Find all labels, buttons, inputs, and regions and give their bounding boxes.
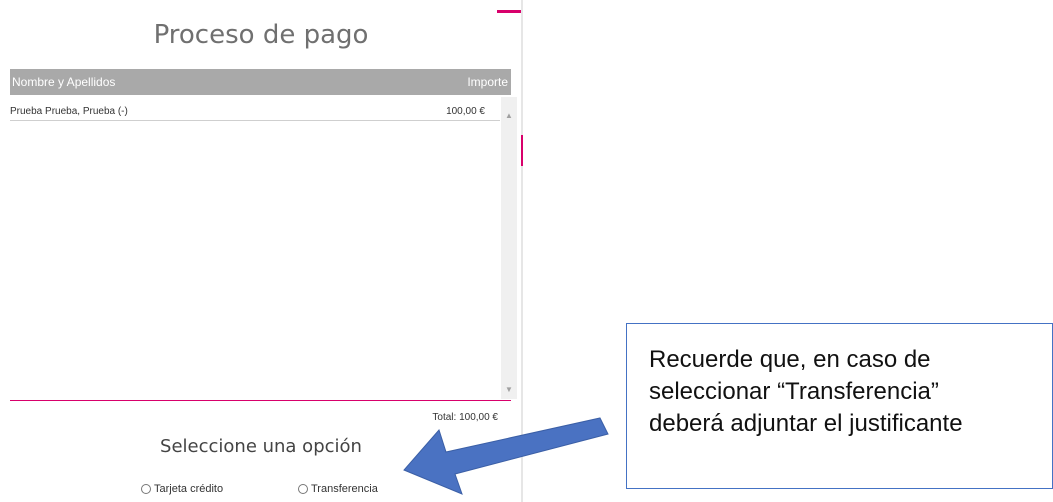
scroll-up-icon[interactable]: ▲ <box>501 109 517 123</box>
radio-label-transfer: Transferencia <box>311 483 378 495</box>
accent-tick <box>521 150 523 166</box>
callout-text: Recuerde que, en caso de seleccionar “Tr… <box>649 346 963 437</box>
callout-box: Recuerde que, en caso de seleccionar “Tr… <box>626 323 1053 489</box>
table-scrollbar[interactable]: ▲ ▼ <box>501 97 517 399</box>
panel-border <box>521 0 523 502</box>
radio-option-transfer[interactable]: Transferencia <box>298 483 378 495</box>
page-title: Proceso de pago <box>153 20 369 50</box>
radio-label-card: Tarjeta crédito <box>154 483 224 495</box>
payment-panel: Proceso de pago Nombre y Apellidos Impor… <box>0 0 523 502</box>
scroll-down-icon[interactable]: ▼ <box>501 383 517 397</box>
column-header-name: Nombre y Apellidos <box>12 75 116 89</box>
radio-option-card[interactable]: Tarjeta crédito <box>141 483 223 495</box>
table-row[interactable]: Prueba Prueba, Prueba (-) 100,00 € <box>10 105 500 121</box>
row-name: Prueba Prueba, Prueba (-) <box>10 106 128 117</box>
accent-tick <box>521 135 523 151</box>
total-amount: Total: 100,00 € <box>432 412 498 423</box>
column-header-amount: Importe <box>467 75 508 89</box>
radio-circle-icon[interactable] <box>298 484 308 494</box>
radio-circle-icon[interactable] <box>141 484 151 494</box>
total-divider <box>10 400 511 401</box>
row-amount: 100,00 € <box>446 106 485 117</box>
table-header: Nombre y Apellidos Importe <box>10 69 511 95</box>
table-body: Prueba Prueba, Prueba (-) 100,00 € ▲ ▼ <box>10 97 517 399</box>
accent-bar <box>497 10 523 13</box>
payment-option-heading: Seleccione una opción <box>160 436 362 457</box>
